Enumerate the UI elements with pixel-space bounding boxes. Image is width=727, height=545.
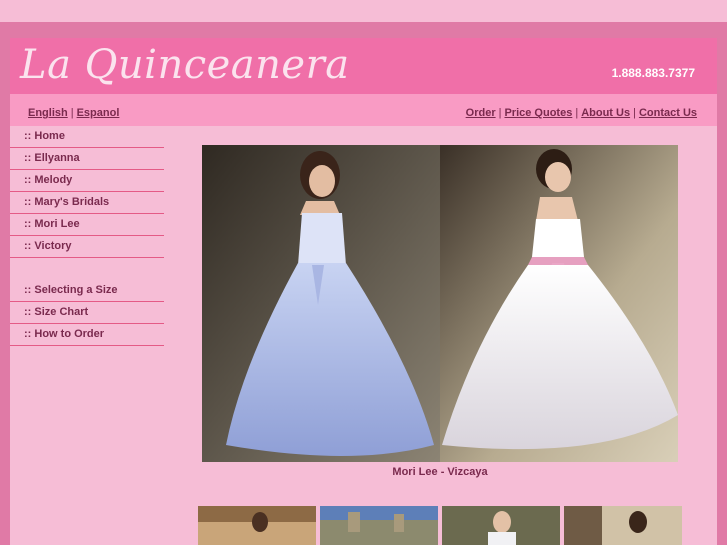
sidebar-menu: :: Home :: Ellyanna :: Melody :: Mary's … xyxy=(10,126,164,346)
featured-dress-photo xyxy=(202,145,678,462)
language-link-espanol[interactable]: Espanol xyxy=(77,107,120,119)
sidebar-item-victory[interactable]: :: Victory xyxy=(10,236,164,258)
thumbnail-4[interactable] xyxy=(564,506,682,545)
left-frame xyxy=(0,22,10,545)
thumbnail-1[interactable] xyxy=(198,506,316,545)
site-logo[interactable]: La Quinceanera xyxy=(20,42,350,88)
sidebar-item-marys-bridals[interactable]: :: Mary's Bridals xyxy=(10,192,164,214)
sidebar-item-melody[interactable]: :: Melody xyxy=(10,170,164,192)
right-frame xyxy=(717,22,727,545)
top-band xyxy=(0,0,727,22)
nav-contact-us-link[interactable]: Contact Us xyxy=(639,107,697,119)
separator: | xyxy=(575,107,579,119)
separator: | xyxy=(70,107,74,119)
separator: | xyxy=(633,107,636,119)
top-border xyxy=(0,22,727,38)
sidebar-item-mori-lee[interactable]: :: Mori Lee xyxy=(10,214,164,236)
thumbnail-3[interactable] xyxy=(442,506,560,545)
sidebar-item-how-to-order[interactable]: :: How to Order xyxy=(10,324,164,346)
sidebar-item-ellyanna[interactable]: :: Ellyanna xyxy=(10,148,164,170)
sidebar-item-size-chart[interactable]: :: Size Chart xyxy=(10,302,164,324)
sidebar-item-selecting-a-size[interactable]: :: Selecting a Size xyxy=(10,280,164,302)
content-area: :: Home :: Ellyanna :: Melody :: Mary's … xyxy=(10,126,717,545)
language-link-english[interactable]: English xyxy=(28,107,68,119)
language-switcher: English | Espanol xyxy=(28,103,119,121)
sidebar-item-home[interactable]: :: Home xyxy=(10,126,164,148)
thumbnail-2[interactable] xyxy=(320,506,438,545)
phone-number: 1.888.883.7377 xyxy=(611,66,695,80)
top-nav: Order | Price Quotes | About Us | Contact Us xyxy=(466,103,697,121)
nav-price-quotes-link[interactable]: Price Quotes xyxy=(504,107,572,119)
site-header: La Quinceanera 1.888.883.7377 xyxy=(10,38,717,94)
nav-bar: English | Espanol Order | Price Quotes | About… xyxy=(10,94,717,126)
photo-caption: Mori Lee - Vizcaya xyxy=(392,466,488,478)
nav-order-link[interactable]: Order xyxy=(466,107,496,119)
nav-about-us-link[interactable]: About Us xyxy=(581,107,630,119)
thumbnail-strip xyxy=(198,506,682,545)
